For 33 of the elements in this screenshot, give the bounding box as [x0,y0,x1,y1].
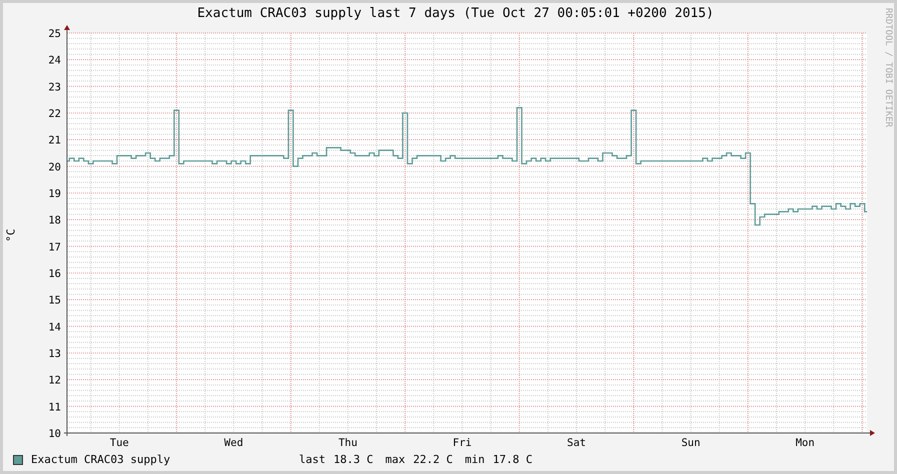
x-tick-label: Fri [452,437,472,449]
y-tick-label: 22 [48,108,61,120]
y-tick-label: 17 [48,241,61,254]
x-tick-label: Wed [224,437,244,449]
stat-label: min [464,452,485,468]
credit-text: RRDTOOL / TOBI OETIKER [883,8,893,128]
y-tick-label: 11 [48,401,61,414]
x-tick-label: Mon [796,437,815,449]
y-tick-label: 10 [48,428,61,440]
y-tick-label: 24 [48,54,61,67]
y-tick-label: 12 [48,374,61,387]
legend-label: Exactum CRAC03 supply [31,452,172,468]
y-tick-label: 18 [48,214,61,227]
y-tick-label: 21 [48,134,61,147]
y-tick-label: 16 [48,268,61,280]
y-tick-label: 19 [48,188,61,200]
y-tick-label: 23 [48,81,61,94]
y-tick-label: 20 [48,161,61,174]
chart-title: Exactum CRAC03 supply last 7 days (Tue Oct 27 00:05:01 +0200 2015) [197,6,714,21]
x-tick-label: Sun [681,437,700,449]
stat-value: 22.2 C [413,452,453,468]
stat-label: max [385,452,406,468]
stat-value: 17.8 C [492,452,532,468]
y-tick-label: 14 [48,321,61,334]
stat-label: last [299,452,326,468]
y-tick-label: 15 [48,294,61,307]
y-tick-label: 13 [48,348,61,360]
x-tick-label: Thu [338,437,358,449]
y-tick-label: 25 [48,28,61,40]
y-axis-label: °C [3,228,18,242]
x-tick-label: Sat [567,437,586,449]
x-tick-label: Tue [110,437,129,449]
stat-value: 18.3 C [334,452,374,468]
